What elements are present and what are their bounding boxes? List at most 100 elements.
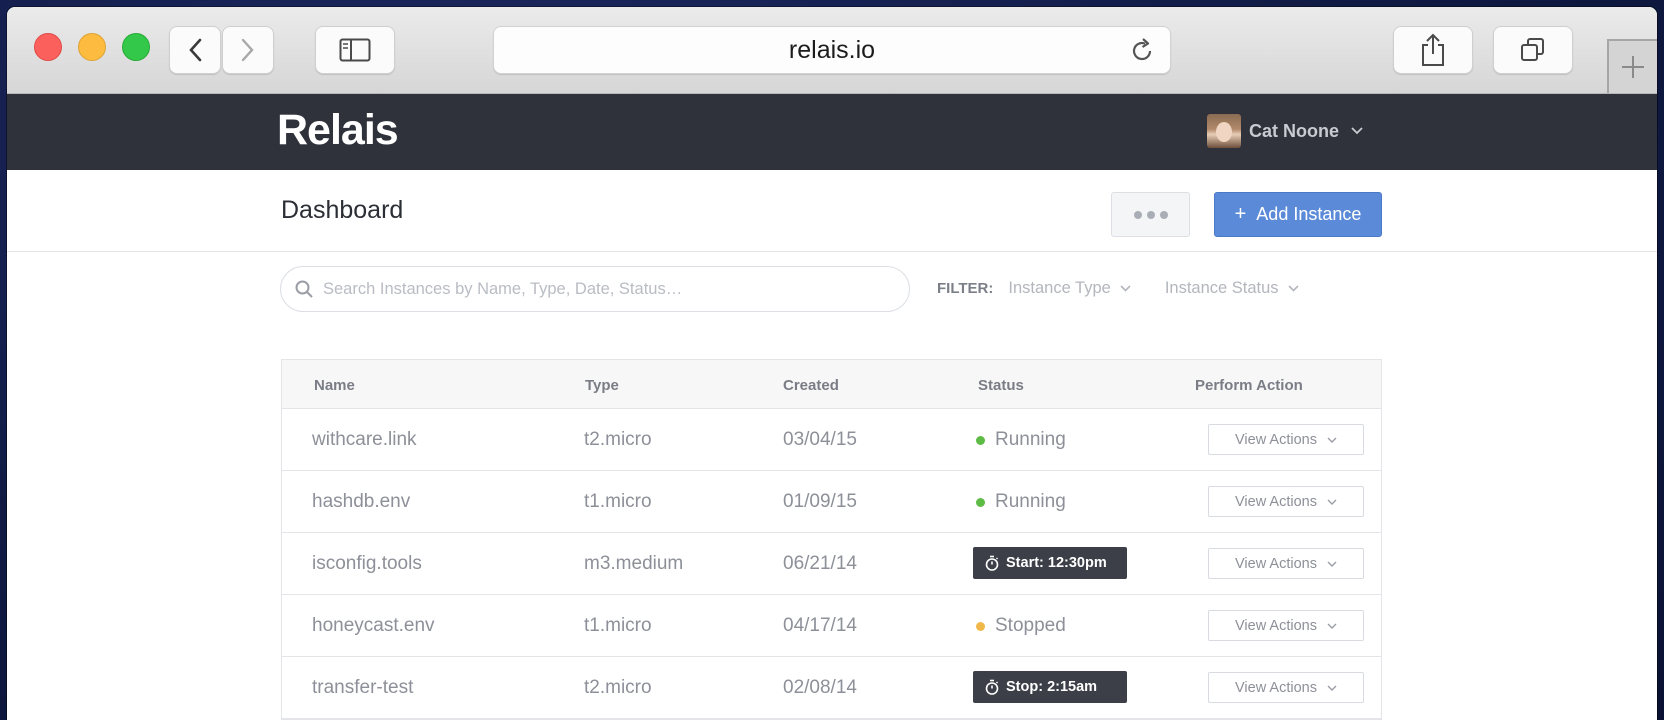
instance-type: t1.micro (584, 615, 652, 636)
page-title: Dashboard (281, 196, 404, 224)
stopwatch-icon (985, 555, 999, 571)
chevron-left-icon (189, 38, 202, 62)
app-logo[interactable]: Relais (277, 106, 399, 155)
view-actions-button[interactable]: View Actions (1208, 424, 1364, 455)
search-input[interactable] (323, 279, 883, 299)
status-text: Stop: 2:15am (1006, 679, 1098, 695)
instance-created: 02/08/14 (783, 677, 857, 698)
instances-table: Name Type Created Status Perform Action … (281, 359, 1382, 720)
table-row[interactable]: hashdb.env t1.micro 01/09/15 Running View Ac… (282, 471, 1381, 533)
add-instance-button[interactable]: + Add Instance (1214, 192, 1382, 237)
table-row[interactable]: isconfig.tools m3.medium 06/21/14 Start: 12… (282, 533, 1381, 595)
back-button[interactable] (169, 26, 221, 74)
instance-name[interactable]: honeycast.env (312, 615, 435, 637)
view-actions-button[interactable]: View Actions (1208, 672, 1364, 703)
view-actions-label: View Actions (1235, 555, 1317, 572)
instance-type: t2.micro (584, 677, 652, 698)
minimize-window-button[interactable] (78, 33, 106, 61)
view-actions-button[interactable]: View Actions (1208, 610, 1364, 641)
chevron-down-icon (1287, 285, 1299, 292)
instance-type: t2.micro (584, 429, 652, 450)
tabs-icon (1521, 38, 1544, 61)
sidebar-icon (339, 38, 371, 62)
column-header-status[interactable]: Status (978, 377, 1024, 394)
url-text: relais.io (788, 35, 876, 64)
instance-type: m3.medium (584, 553, 684, 574)
chevron-down-icon (1351, 127, 1363, 135)
chevron-down-icon (1120, 285, 1131, 292)
status-dot (976, 497, 985, 507)
instance-type-filter[interactable]: Instance Type (1008, 279, 1131, 298)
maximize-window-button[interactable] (122, 33, 150, 61)
status-dot (976, 435, 985, 445)
instance-name[interactable]: isconfig.tools (312, 553, 422, 575)
chevron-down-icon (1327, 437, 1337, 443)
table-row[interactable]: withcare.link t2.micro 03/04/15 Running View… (282, 409, 1381, 471)
status-cell: Stopped (976, 615, 1066, 637)
view-actions-label: View Actions (1235, 431, 1317, 448)
filter-label: FILTER: (937, 280, 994, 297)
search-icon (295, 280, 313, 298)
status-text: Running (995, 491, 1066, 512)
share-button[interactable] (1393, 26, 1473, 74)
add-instance-label: Add Instance (1256, 204, 1362, 224)
app-header: Relais Cat Noone (7, 94, 1657, 170)
browser-window: relais.io Relais Cat Noone Dashboard + A… (7, 7, 1657, 720)
schedule-badge: Stop: 2:15am (973, 671, 1127, 703)
chevron-down-icon (1327, 685, 1337, 691)
new-tab-button[interactable] (1607, 39, 1657, 93)
chevron-right-icon (241, 38, 254, 62)
view-actions-label: View Actions (1235, 617, 1317, 634)
instance-type: t1.micro (584, 491, 652, 512)
reload-icon[interactable] (1128, 37, 1156, 72)
table-row[interactable]: honeycast.env t1.micro 04/17/14 Stopped View… (282, 595, 1381, 657)
close-window-button[interactable] (34, 33, 62, 61)
view-actions-label: View Actions (1235, 679, 1317, 696)
instance-type-label: Instance Type (1008, 279, 1111, 297)
search-bar[interactable] (280, 266, 910, 312)
user-menu[interactable]: Cat Noone (1207, 114, 1363, 148)
column-header-type[interactable]: Type (585, 377, 619, 394)
column-header-created[interactable]: Created (783, 377, 839, 394)
status-cell: Running (976, 491, 1066, 513)
view-actions-button[interactable]: View Actions (1208, 548, 1364, 579)
sidebar-toggle-button[interactable] (315, 26, 395, 74)
more-dots-icon (1133, 210, 1142, 219)
forward-button[interactable] (222, 26, 274, 74)
status-text: Running (995, 429, 1066, 450)
share-icon (1422, 33, 1444, 66)
page-header: Dashboard + Add Instance (7, 170, 1657, 252)
chevron-down-icon (1327, 499, 1337, 505)
chevron-down-icon (1327, 561, 1337, 567)
instance-created: 01/09/15 (783, 491, 857, 512)
instance-created: 03/04/15 (783, 429, 857, 450)
stopwatch-icon (985, 679, 999, 695)
table-row[interactable]: transfer-test t2.micro 02/08/14 Stop: 2:15a… (282, 657, 1381, 719)
table-body: withcare.link t2.micro 03/04/15 Running View… (282, 409, 1381, 719)
table-header: Name Type Created Status Perform Action (282, 360, 1381, 409)
instance-name[interactable]: hashdb.env (312, 491, 410, 513)
instance-created: 04/17/14 (783, 615, 857, 636)
view-actions-label: View Actions (1235, 493, 1317, 510)
status-text: Start: 12:30pm (1006, 555, 1107, 571)
column-header-name[interactable]: Name (314, 377, 355, 394)
avatar (1207, 114, 1241, 148)
instance-status-filter[interactable]: Instance Status (1165, 279, 1299, 298)
column-header-action: Perform Action (1195, 377, 1303, 394)
instance-created: 06/21/14 (783, 553, 857, 574)
chevron-down-icon (1327, 623, 1337, 629)
filter-bar: FILTER: Instance Type Instance Status (937, 279, 1333, 298)
tabs-overview-button[interactable] (1493, 26, 1573, 74)
plus-icon (1622, 56, 1644, 78)
status-text: Stopped (995, 615, 1066, 636)
instance-name[interactable]: transfer-test (312, 677, 413, 699)
status-dot (976, 621, 985, 631)
more-options-button[interactable] (1111, 192, 1190, 237)
plus-icon: + (1234, 203, 1247, 225)
status-cell: Running (976, 429, 1066, 451)
instance-status-label: Instance Status (1164, 279, 1279, 297)
instance-name[interactable]: withcare.link (312, 429, 417, 451)
view-actions-button[interactable]: View Actions (1208, 486, 1364, 517)
address-bar[interactable]: relais.io (493, 26, 1171, 74)
schedule-badge: Start: 12:30pm (973, 547, 1127, 579)
